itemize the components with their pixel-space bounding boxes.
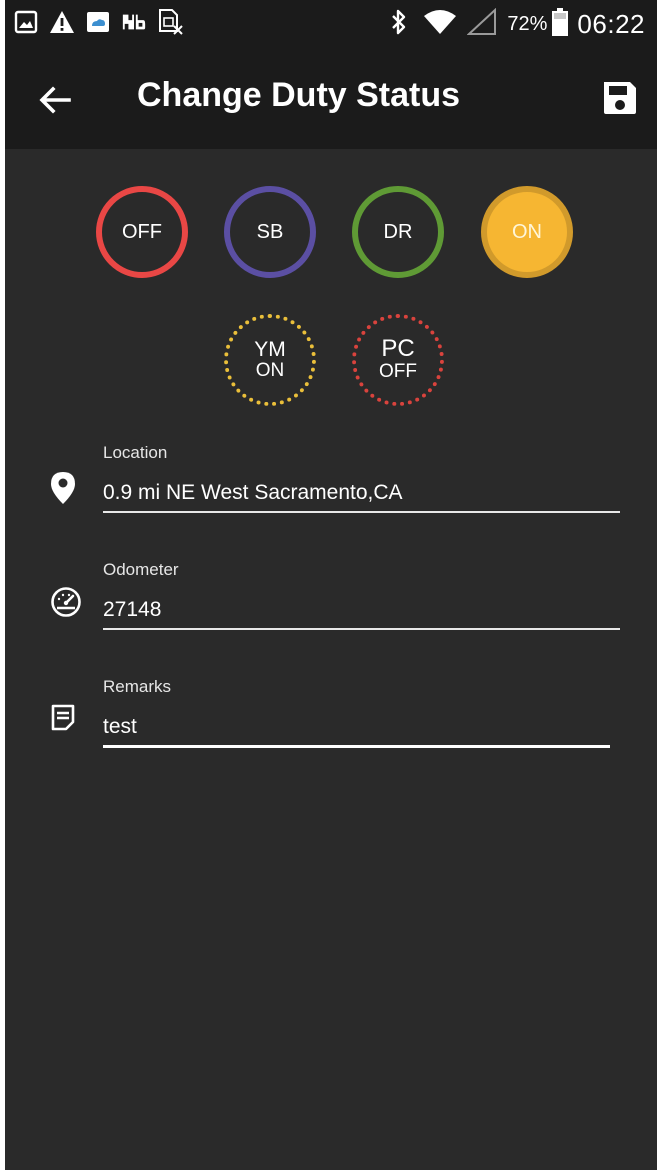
bluetooth-icon: [389, 8, 409, 41]
arrow-back-icon: [39, 86, 71, 114]
location-label: Location: [103, 443, 168, 462]
yard-move-line2: ON: [255, 360, 285, 381]
remarks-field[interactable]: test: [103, 715, 137, 739]
odometer-label: Odometer: [103, 560, 179, 579]
status-dr-button[interactable]: DR: [352, 186, 444, 278]
status-off-label: OFF: [122, 221, 162, 243]
sim-card-icon: [157, 8, 183, 36]
battery-icon: [551, 7, 569, 42]
status-sb-label: SB: [256, 221, 284, 243]
status-on-label: ON: [512, 221, 542, 243]
image-icon: [13, 8, 39, 36]
status-sb-button[interactable]: SB: [224, 186, 316, 278]
location-pin-icon: [49, 470, 81, 506]
yard-move-line1: YM: [254, 338, 286, 361]
status-dr-label: DR: [383, 221, 413, 243]
personal-conveyance-line2: OFF: [379, 361, 417, 382]
location-underline: [103, 511, 620, 513]
personal-conveyance-line1: PC: [381, 335, 415, 362]
yard-move-button[interactable]: YM ON: [224, 314, 316, 406]
personal-conveyance-button[interactable]: PC OFF: [352, 314, 444, 406]
odometer-field[interactable]: 27148: [103, 598, 161, 622]
battery-percent: 72%: [507, 12, 548, 35]
save-icon: [604, 82, 636, 114]
screen: 72% 06:22 Change Duty Status OFF SB DR O…: [5, 0, 657, 1170]
status-bar-notifications: [13, 8, 193, 36]
back-button[interactable]: [35, 80, 75, 120]
status-bar: 72% 06:22: [5, 0, 657, 48]
odometer-underline: [103, 628, 620, 630]
remarks-label: Remarks: [103, 677, 172, 696]
app-icon: [121, 8, 147, 36]
status-bar-system: 72% 06:22: [389, 7, 645, 42]
page-title: Change Duty Status: [137, 76, 461, 114]
signal-icon: [466, 7, 497, 41]
save-button[interactable]: [600, 78, 640, 118]
speedometer-icon: [49, 586, 81, 622]
status-off-button[interactable]: OFF: [96, 186, 188, 278]
note-icon: [49, 703, 81, 739]
location-field[interactable]: 0.9 mi NE West Sacramento,CA: [103, 481, 403, 505]
app-bar: Change Duty Status: [5, 48, 657, 149]
clock: 06:22: [577, 8, 645, 39]
status-on-button[interactable]: ON: [481, 186, 573, 278]
warning-icon: [49, 8, 75, 36]
remarks-underline: [103, 745, 610, 748]
wifi-icon: [423, 8, 457, 41]
weather-icon: [85, 8, 111, 36]
